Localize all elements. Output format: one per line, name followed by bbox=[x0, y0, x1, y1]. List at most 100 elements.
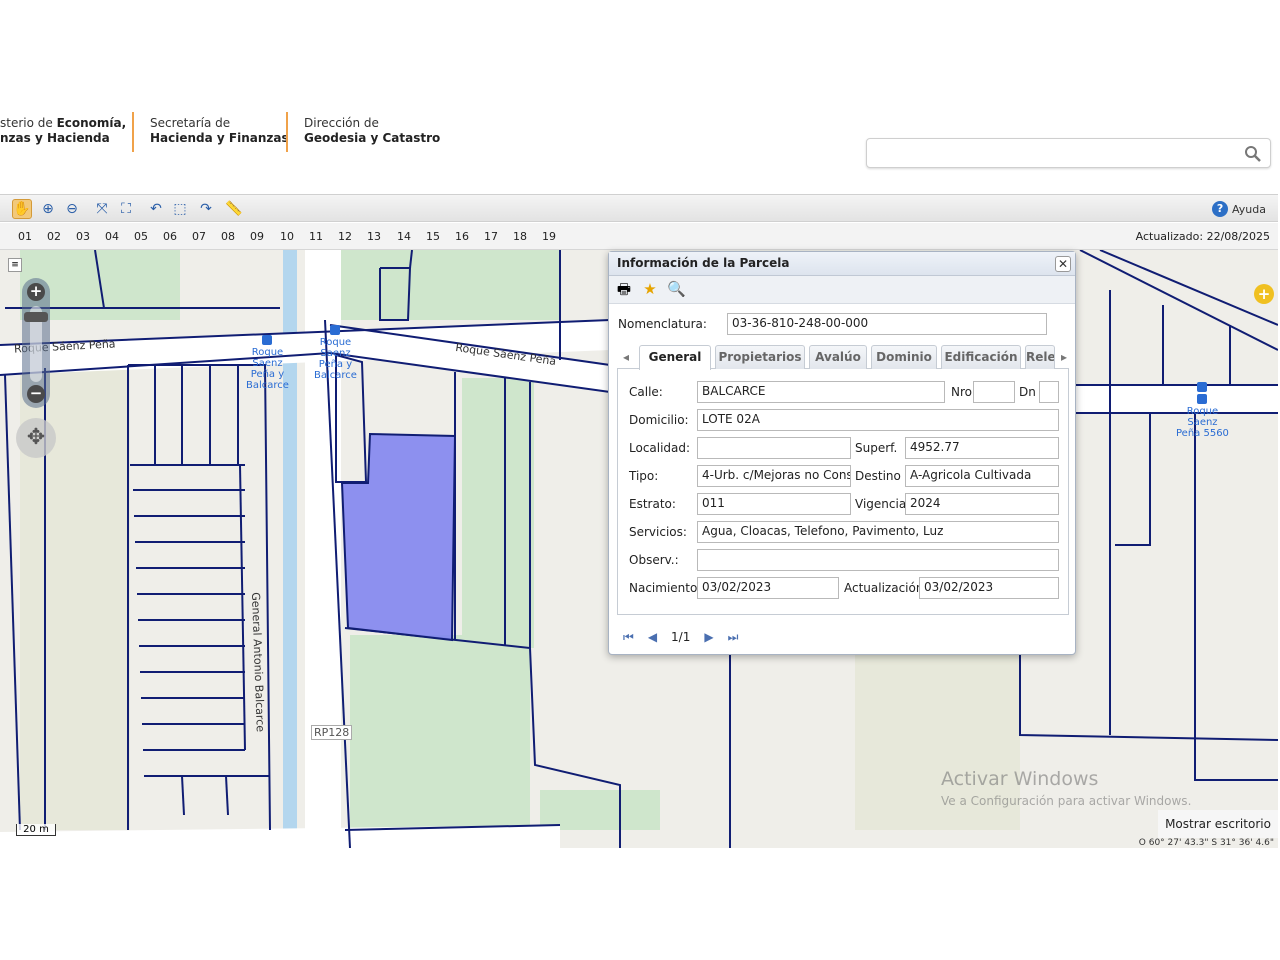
pan-control-icon[interactable]: ✥ bbox=[16, 418, 56, 458]
calle-field[interactable]: BALCARCE bbox=[697, 381, 945, 403]
zoom-level-item[interactable]: 11 bbox=[309, 230, 323, 243]
zoom-to-parcel-icon[interactable]: 🔍 bbox=[667, 280, 686, 298]
tab-scroll-left-icon[interactable]: ◂ bbox=[619, 349, 633, 365]
bus-icon bbox=[262, 335, 273, 345]
help-button[interactable]: ? Ayuda bbox=[1212, 201, 1266, 217]
next-page-icon[interactable]: ▶ bbox=[704, 630, 713, 644]
bus-stop-line: Balcarce bbox=[246, 380, 289, 391]
zoom-level-item[interactable]: 08 bbox=[221, 230, 235, 243]
print-icon[interactable]: 🖶 bbox=[615, 280, 633, 298]
localidad-label: Localidad: bbox=[629, 441, 691, 455]
tab-edificacion[interactable]: Edificación bbox=[941, 345, 1021, 369]
destino-field[interactable]: A-Agricola Cultivada bbox=[905, 465, 1059, 487]
zoom-in-button[interactable]: + bbox=[27, 283, 45, 301]
close-icon[interactable]: ✕ bbox=[1055, 256, 1071, 272]
destino-label: Destino bbox=[855, 469, 901, 483]
zoom-in-icon[interactable]: ⊕ bbox=[38, 199, 58, 219]
zoom-level-item[interactable]: 09 bbox=[250, 230, 264, 243]
pan-hand-icon[interactable]: ✋ bbox=[12, 199, 32, 219]
observ-field[interactable] bbox=[697, 549, 1059, 571]
nacimiento-field[interactable]: 03/02/2023 bbox=[697, 577, 839, 599]
tab-relevamiento[interactable]: Rele bbox=[1025, 345, 1055, 369]
superf-field[interactable]: 4952.77 bbox=[905, 437, 1059, 459]
undo-icon[interactable]: ↶ bbox=[146, 199, 166, 219]
redo-icon[interactable]: ↷ bbox=[196, 199, 216, 219]
zoom-level-item[interactable]: 06 bbox=[163, 230, 177, 243]
search-input[interactable] bbox=[873, 140, 1243, 166]
zoom-level-item[interactable]: 03 bbox=[76, 230, 90, 243]
bus-stop-line: Saenz bbox=[1187, 417, 1218, 428]
zoom-level-item[interactable]: 16 bbox=[455, 230, 469, 243]
actualizacion-field[interactable]: 03/02/2023 bbox=[919, 577, 1059, 599]
measure-icon[interactable]: 📏 bbox=[224, 199, 244, 219]
add-layer-icon[interactable]: + bbox=[1254, 284, 1274, 304]
actualizacion-label: Actualización bbox=[844, 581, 924, 595]
page-indicator: 1/1 bbox=[671, 630, 691, 644]
layer-toggle-icon[interactable]: ≡ bbox=[8, 258, 22, 272]
tab-avaluo[interactable]: Avalúo bbox=[809, 345, 867, 369]
selected-parcel[interactable] bbox=[340, 432, 457, 642]
zoom-out-button[interactable]: − bbox=[27, 385, 45, 403]
show-desktop-button[interactable]: Mostrar escritorio bbox=[1158, 810, 1278, 838]
watermark-subtitle: Ve a Configuración para activar Windows. bbox=[941, 794, 1192, 808]
zoom-slider-handle[interactable] bbox=[24, 312, 48, 322]
nacimiento-label: Nacimiento: bbox=[629, 581, 702, 595]
zoom-extent-icon[interactable]: ⤧ bbox=[92, 199, 112, 219]
parcel-info-panel: Información de la Parcela ✕ 🖶 ★ 🔍 Nomenc… bbox=[608, 251, 1076, 655]
domicilio-field[interactable]: LOTE 02A bbox=[697, 409, 1059, 431]
site-header: sterio de Economía, nzas y Hacienda Secr… bbox=[0, 108, 1280, 168]
zoom-level-item[interactable]: 01 bbox=[18, 230, 32, 243]
zoom-level-item[interactable]: 12 bbox=[338, 230, 352, 243]
dn-field[interactable] bbox=[1039, 381, 1059, 403]
panel-header[interactable]: Información de la Parcela bbox=[609, 252, 1075, 276]
tab-scroll-right-icon[interactable]: ▸ bbox=[1057, 349, 1071, 365]
bus-icon bbox=[1197, 382, 1208, 392]
bus-stop-line: Roque bbox=[251, 347, 284, 358]
select-box-icon[interactable]: ⬚ bbox=[170, 199, 190, 219]
bus-stop-line: Peña 5560 bbox=[1176, 428, 1229, 439]
zoom-out-icon[interactable]: ⊖ bbox=[62, 199, 82, 219]
vigencia-field[interactable]: 2024 bbox=[905, 493, 1059, 515]
zoom-level-item[interactable]: 14 bbox=[397, 230, 411, 243]
org-logo-secretaria: Secretaría de Hacienda y Finanzas bbox=[150, 116, 289, 146]
tipo-field[interactable]: 4-Urb. c/Mejoras no Const bbox=[697, 465, 851, 487]
green-field bbox=[350, 635, 530, 830]
prev-page-icon[interactable]: ◀ bbox=[648, 630, 657, 644]
search-icon[interactable] bbox=[1244, 145, 1262, 163]
org2-line1: Secretaría de bbox=[150, 116, 231, 130]
servicios-field[interactable]: Agua, Cloacas, Telefono, Pavimento, Luz bbox=[697, 521, 1059, 543]
full-extent-icon[interactable]: ⛶ bbox=[116, 199, 136, 219]
zoom-level-item[interactable]: 13 bbox=[367, 230, 381, 243]
first-page-icon[interactable]: ⏮ bbox=[623, 630, 634, 645]
localidad-field[interactable] bbox=[697, 437, 851, 459]
zoom-level-item[interactable]: 05 bbox=[134, 230, 148, 243]
tipo-label: Tipo: bbox=[629, 469, 659, 483]
zoom-level-item[interactable]: 17 bbox=[484, 230, 498, 243]
zoom-level-item[interactable]: 07 bbox=[192, 230, 206, 243]
nro-field[interactable] bbox=[973, 381, 1015, 403]
watermark-title: Activar Windows bbox=[941, 768, 1099, 790]
map-scale-bar: 20 m bbox=[16, 824, 56, 836]
tab-propietarios[interactable]: Propietarios bbox=[715, 345, 805, 369]
search-box bbox=[866, 138, 1271, 168]
zoom-level-item[interactable]: 19 bbox=[542, 230, 556, 243]
bus-stop[interactable]: Roque Saenz Peña y Balcarce bbox=[246, 335, 289, 391]
org2-line2: Hacienda y Finanzas bbox=[150, 131, 289, 145]
estrato-field[interactable]: 011 bbox=[697, 493, 851, 515]
bus-stop[interactable]: Roque Saenz Peña 5560 bbox=[1176, 382, 1229, 439]
logo-separator bbox=[286, 112, 288, 152]
zoom-level-item[interactable]: 18 bbox=[513, 230, 527, 243]
zoom-level-item[interactable]: 15 bbox=[426, 230, 440, 243]
zoom-level-item[interactable]: 04 bbox=[105, 230, 119, 243]
nomenclatura-field[interactable]: 03-36-810-248-00-000 bbox=[727, 313, 1047, 335]
last-page-icon[interactable]: ⏭ bbox=[728, 630, 739, 645]
nro-label: Nro bbox=[951, 385, 972, 399]
zoom-level-item[interactable]: 10 bbox=[280, 230, 294, 243]
org-logo-ministerio: sterio de Economía, nzas y Hacienda bbox=[0, 116, 126, 146]
green-field bbox=[540, 790, 660, 830]
zoom-level-item[interactable]: 02 bbox=[47, 230, 61, 243]
tab-dominio[interactable]: Dominio bbox=[871, 345, 937, 369]
tab-general[interactable]: General bbox=[639, 345, 711, 370]
star-icon[interactable]: ★ bbox=[641, 280, 659, 298]
bus-stop[interactable]: Roque Saenz Peña y Balcarce bbox=[314, 325, 357, 381]
